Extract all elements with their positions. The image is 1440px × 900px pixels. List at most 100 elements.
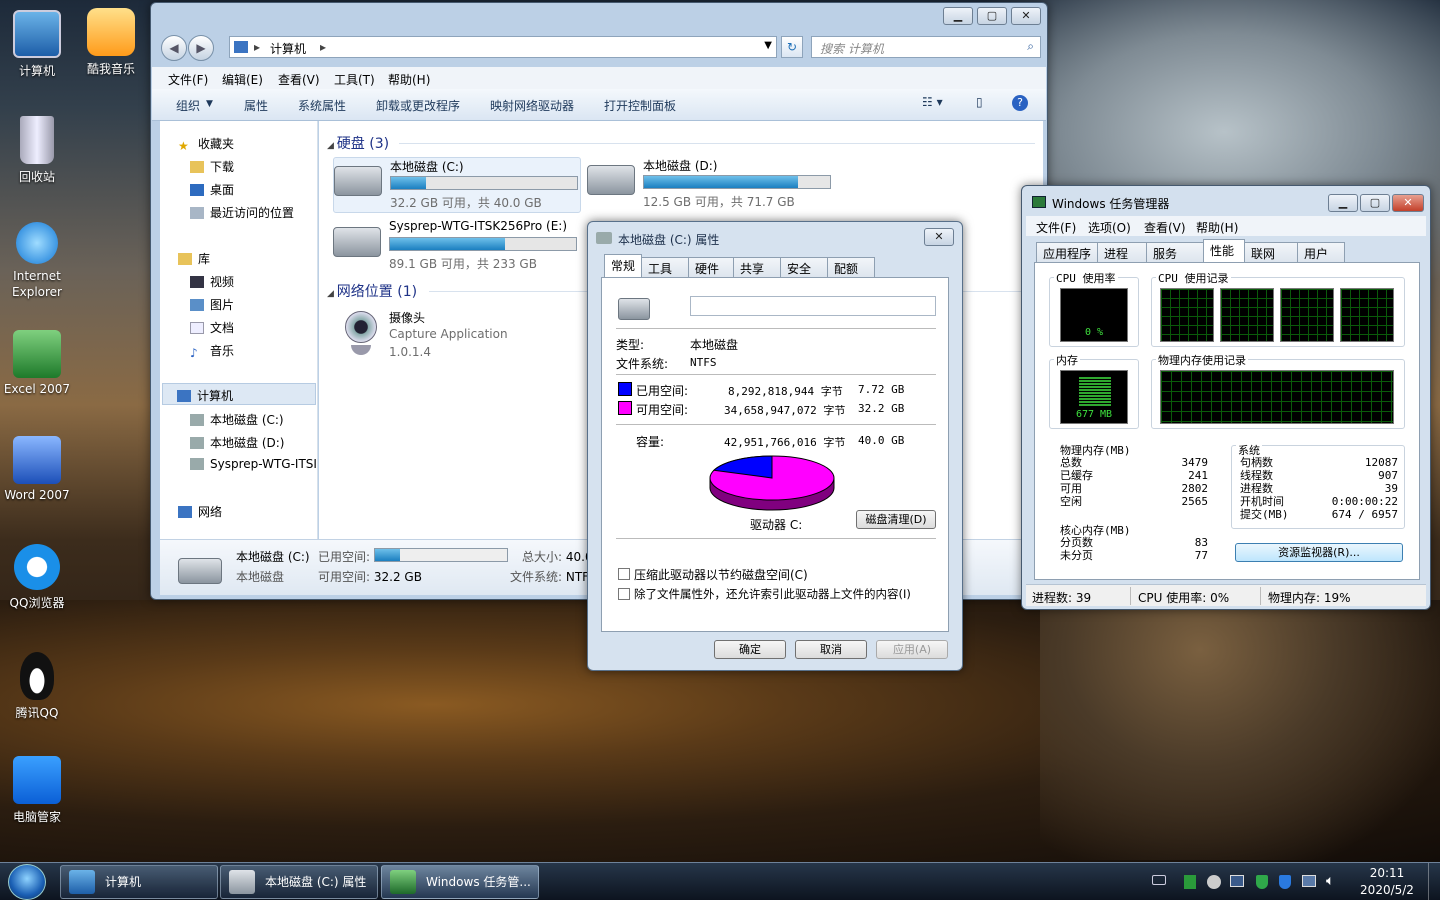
tab-hardware[interactable]: 硬件 bbox=[688, 257, 735, 277]
menu-view[interactable]: 查看(V) bbox=[278, 71, 320, 88]
memory-group: 内存 677 MB bbox=[1049, 352, 1139, 429]
map-drive-button[interactable]: 映射网络驱动器 bbox=[490, 97, 574, 114]
nav-downloads[interactable]: 下载 bbox=[190, 158, 234, 175]
desktop-icon-computer[interactable]: 计算机 bbox=[0, 10, 74, 79]
nav-network[interactable]: 网络 bbox=[178, 503, 222, 520]
desktop-icon-kuwo[interactable]: 酷我音乐 bbox=[74, 8, 148, 77]
tab-sharing[interactable]: 共享 bbox=[733, 257, 782, 277]
nav-libraries[interactable]: 库 bbox=[178, 250, 210, 267]
drives-section-header[interactable]: ◢ 硬盘 (3) bbox=[327, 133, 389, 153]
drive-properties-dialog[interactable]: 本地磁盘 (C:) 属性 ✕ 常规 工具 硬件 共享 安全 配额 类型: 本地磁… bbox=[587, 221, 963, 671]
start-button[interactable] bbox=[8, 864, 46, 900]
tm-close-button[interactable]: ✕ bbox=[1392, 194, 1424, 212]
nav-documents[interactable]: 文档 bbox=[190, 319, 234, 336]
webcam-icon[interactable] bbox=[339, 311, 383, 359]
tab-networking[interactable]: 联网 bbox=[1244, 242, 1299, 262]
shield-check-icon[interactable] bbox=[1256, 875, 1268, 889]
desktop-icon-qq[interactable]: 腾讯QQ bbox=[0, 652, 74, 721]
volume-label-input[interactable] bbox=[690, 296, 936, 316]
drive-d-tile[interactable]: 本地磁盘 (D:) 12.5 GB 可用，共 71.7 GB bbox=[587, 157, 837, 213]
nav-drive-c[interactable]: 本地磁盘 (C:) bbox=[190, 411, 284, 428]
uninstall-button[interactable]: 卸载或更改程序 bbox=[376, 97, 460, 114]
desktop-icon-qq-browser[interactable]: QQ浏览器 bbox=[0, 544, 74, 611]
index-checkbox[interactable] bbox=[618, 588, 630, 600]
refresh-button[interactable]: ↻ bbox=[781, 36, 803, 58]
desktop-icon-recycle-bin[interactable]: 回收站 bbox=[0, 116, 74, 185]
ok-button[interactable]: 确定 bbox=[714, 640, 786, 659]
taskbar-button-properties[interactable]: 本地磁盘 (C:) 属性 bbox=[220, 865, 378, 899]
desktop-icon-excel[interactable]: Excel 2007 bbox=[0, 330, 74, 396]
tab-security[interactable]: 安全 bbox=[780, 257, 829, 277]
apply-button[interactable]: 应用(A) bbox=[876, 640, 948, 659]
clock[interactable]: 20:11 2020/5/2 bbox=[1352, 865, 1422, 899]
tm-menu-help[interactable]: 帮助(H) bbox=[1196, 219, 1238, 236]
tab-applications[interactable]: 应用程序 bbox=[1036, 242, 1099, 262]
nav-favorites[interactable]: ★ 收藏夹 bbox=[178, 135, 234, 153]
hard-drive-icon bbox=[190, 414, 204, 426]
tab-processes[interactable]: 进程 bbox=[1097, 242, 1148, 262]
nav-pictures[interactable]: 图片 bbox=[190, 296, 234, 313]
tools-icon[interactable] bbox=[1207, 875, 1221, 889]
nav-videos[interactable]: 视频 bbox=[190, 273, 234, 290]
green-app-icon[interactable] bbox=[1184, 875, 1196, 889]
menu-edit[interactable]: 编辑(E) bbox=[222, 71, 263, 88]
drive-e-tile[interactable]: Sysprep-WTG-ITSK256Pro (E:) 89.1 GB 可用，共… bbox=[333, 219, 583, 275]
network-tray-icon[interactable] bbox=[1302, 875, 1316, 887]
nav-computer-selected[interactable]: 计算机 bbox=[162, 383, 316, 405]
menu-bar: 文件(F) 编辑(E) 查看(V) 工具(T) 帮助(H) bbox=[152, 67, 1046, 89]
menu-help[interactable]: 帮助(H) bbox=[388, 71, 430, 88]
network-section-header[interactable]: ◢ 网络位置 (1) bbox=[327, 281, 417, 301]
desktop-icon-pc-manager[interactable]: 电脑管家 bbox=[0, 756, 74, 825]
nav-music[interactable]: ♪ 音乐 bbox=[190, 342, 234, 360]
properties-button[interactable]: 属性 bbox=[244, 97, 268, 114]
keyboard-icon[interactable] bbox=[1152, 875, 1166, 885]
tab-quota[interactable]: 配额 bbox=[827, 257, 876, 277]
taskbar-button-task-manager[interactable]: Windows 任务管... bbox=[381, 865, 539, 899]
menu-file[interactable]: 文件(F) bbox=[168, 71, 208, 88]
forward-button[interactable]: ▶ bbox=[188, 35, 214, 61]
tab-general[interactable]: 常规 bbox=[604, 254, 643, 277]
close-button[interactable]: ✕ bbox=[1011, 7, 1041, 25]
taskbar-button-computer[interactable]: 计算机 bbox=[60, 865, 218, 899]
drive-c-tile[interactable]: 本地磁盘 (C:) 32.2 GB 可用，共 40.0 GB bbox=[333, 157, 581, 213]
tab-services[interactable]: 服务 bbox=[1146, 242, 1205, 262]
menu-tools[interactable]: 工具(T) bbox=[334, 71, 375, 88]
task-manager-window[interactable]: Windows 任务管理器 ▁ ▢ ✕ 文件(F) 选项(O) 查看(V) 帮助… bbox=[1021, 185, 1431, 610]
nav-recent[interactable]: 最近访问的位置 bbox=[190, 204, 294, 221]
nav-drive-d[interactable]: 本地磁盘 (D:) bbox=[190, 434, 284, 451]
tm-minimize-button[interactable]: ▁ bbox=[1328, 194, 1358, 212]
address-dropdown-icon[interactable]: ▼ bbox=[764, 40, 772, 51]
system-properties-button[interactable]: 系统属性 bbox=[298, 97, 346, 114]
organize-button[interactable]: 组织 bbox=[176, 97, 200, 114]
screen-icon[interactable] bbox=[1230, 875, 1244, 887]
tm-menu-view[interactable]: 查看(V) bbox=[1144, 219, 1186, 236]
tm-maximize-button[interactable]: ▢ bbox=[1360, 194, 1390, 212]
tab-performance[interactable]: 性能 bbox=[1203, 239, 1246, 262]
nav-desktop[interactable]: 桌面 bbox=[190, 181, 234, 198]
show-desktop-button[interactable] bbox=[1428, 863, 1440, 900]
preview-pane-icon[interactable]: ▯ bbox=[976, 95, 983, 109]
view-options-icon[interactable]: ☷ ▾ bbox=[922, 95, 943, 109]
minimize-button[interactable]: ▁ bbox=[943, 7, 973, 25]
tab-tools[interactable]: 工具 bbox=[641, 257, 690, 277]
desktop-icon-word[interactable]: Word 2007 bbox=[0, 436, 74, 502]
desktop-icon-ie[interactable]: Internet Explorer bbox=[0, 222, 74, 300]
address-bar[interactable]: ▸ 计算机 ▸ ▼ bbox=[229, 36, 777, 58]
disk-cleanup-button[interactable]: 磁盘清理(D) bbox=[856, 510, 936, 529]
cpu-usage-meter: 0 % bbox=[1060, 288, 1128, 342]
volume-icon[interactable]: 🔈︎ bbox=[1326, 873, 1334, 889]
resource-monitor-button[interactable]: 资源监视器(R)... bbox=[1235, 543, 1403, 562]
tm-menu-options[interactable]: 选项(O) bbox=[1088, 219, 1131, 236]
help-icon[interactable]: ? bbox=[1012, 95, 1028, 111]
nav-drive-e[interactable]: Sysprep-WTG-ITSI bbox=[190, 457, 316, 471]
tab-users[interactable]: 用户 bbox=[1297, 242, 1346, 262]
maximize-button[interactable]: ▢ bbox=[977, 7, 1007, 25]
control-panel-button[interactable]: 打开控制面板 bbox=[604, 97, 676, 114]
cancel-button[interactable]: 取消 bbox=[795, 640, 867, 659]
pc-manager-tray-icon[interactable] bbox=[1279, 875, 1291, 889]
back-button[interactable]: ◀ bbox=[161, 35, 187, 61]
search-box[interactable]: 搜索 计算机 ⌕ bbox=[811, 36, 1041, 58]
dialog-close-button[interactable]: ✕ bbox=[924, 228, 954, 246]
tm-menu-file[interactable]: 文件(F) bbox=[1036, 219, 1076, 236]
compress-checkbox[interactable] bbox=[618, 568, 630, 580]
